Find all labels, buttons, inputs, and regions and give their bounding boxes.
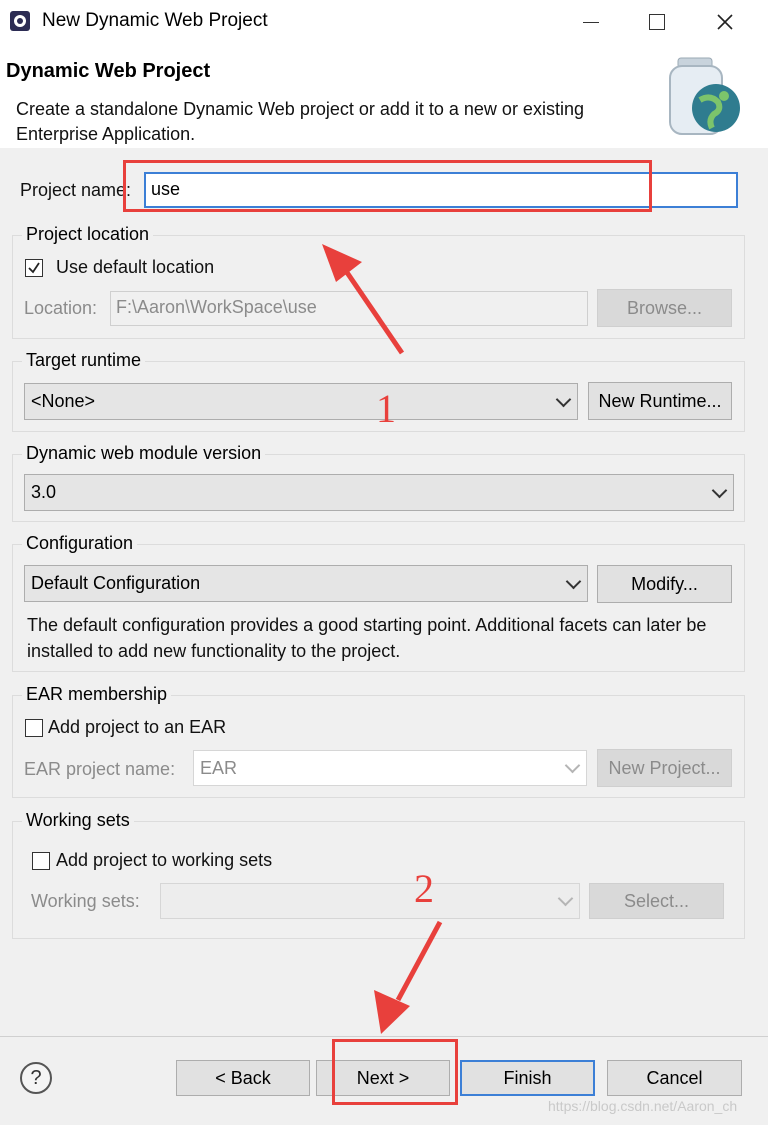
annotation-step-2: 2	[414, 866, 434, 911]
annotation-step-1: 1	[376, 386, 396, 431]
annotation-arrow-1	[322, 244, 443, 1034]
watermark-text: https://blog.csdn.net/Aaron_ch	[548, 1098, 738, 1114]
